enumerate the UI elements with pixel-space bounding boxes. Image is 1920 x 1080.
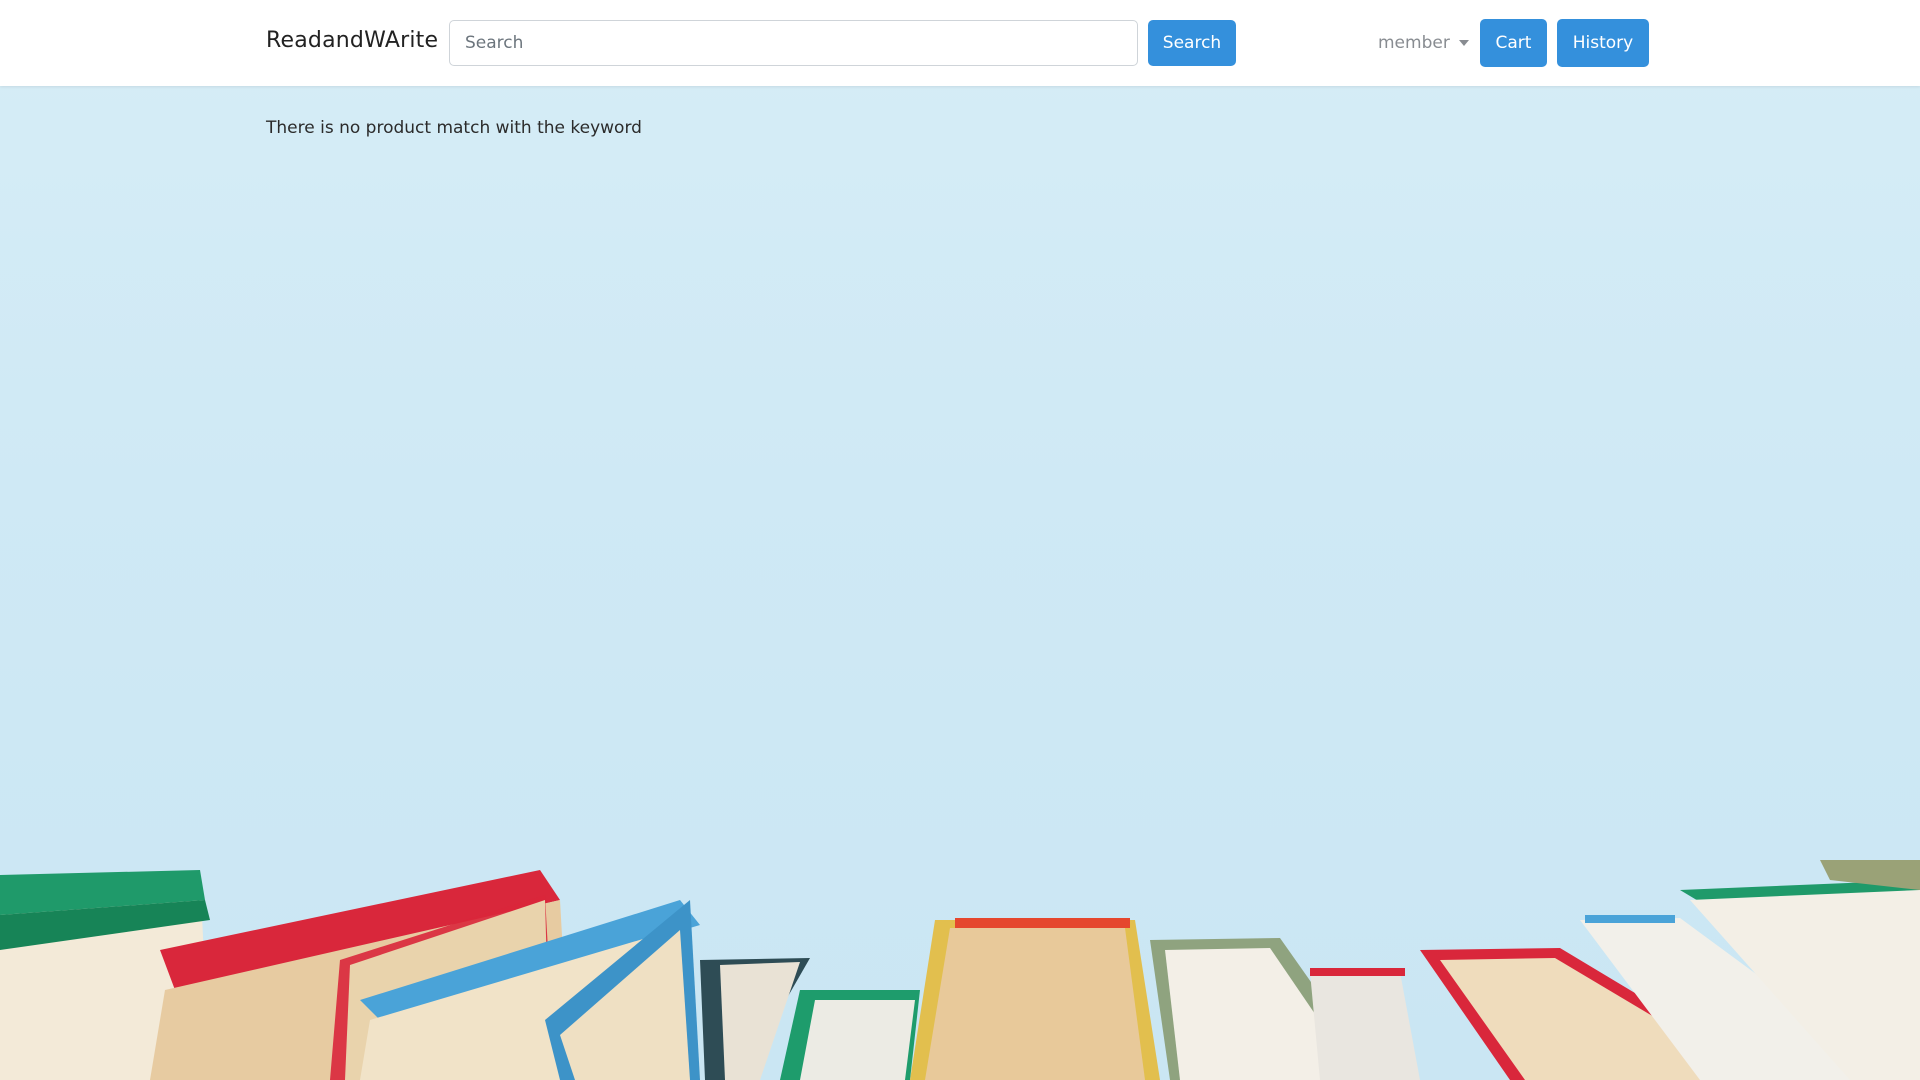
search-input[interactable] xyxy=(449,20,1138,66)
top-navbar: ReadandWArite Search member Cart History xyxy=(0,0,1920,86)
search-button[interactable]: Search xyxy=(1148,20,1236,66)
brand-logo[interactable]: ReadandWArite xyxy=(266,28,438,53)
member-label: member xyxy=(1378,33,1450,53)
member-dropdown[interactable]: member xyxy=(1378,31,1469,55)
chevron-down-icon xyxy=(1458,40,1469,46)
books-background-illustration xyxy=(0,860,1920,1080)
cart-button[interactable]: Cart xyxy=(1480,19,1547,67)
no-results-message: There is no product match with the keywo… xyxy=(266,118,642,138)
history-button[interactable]: History xyxy=(1557,19,1649,67)
